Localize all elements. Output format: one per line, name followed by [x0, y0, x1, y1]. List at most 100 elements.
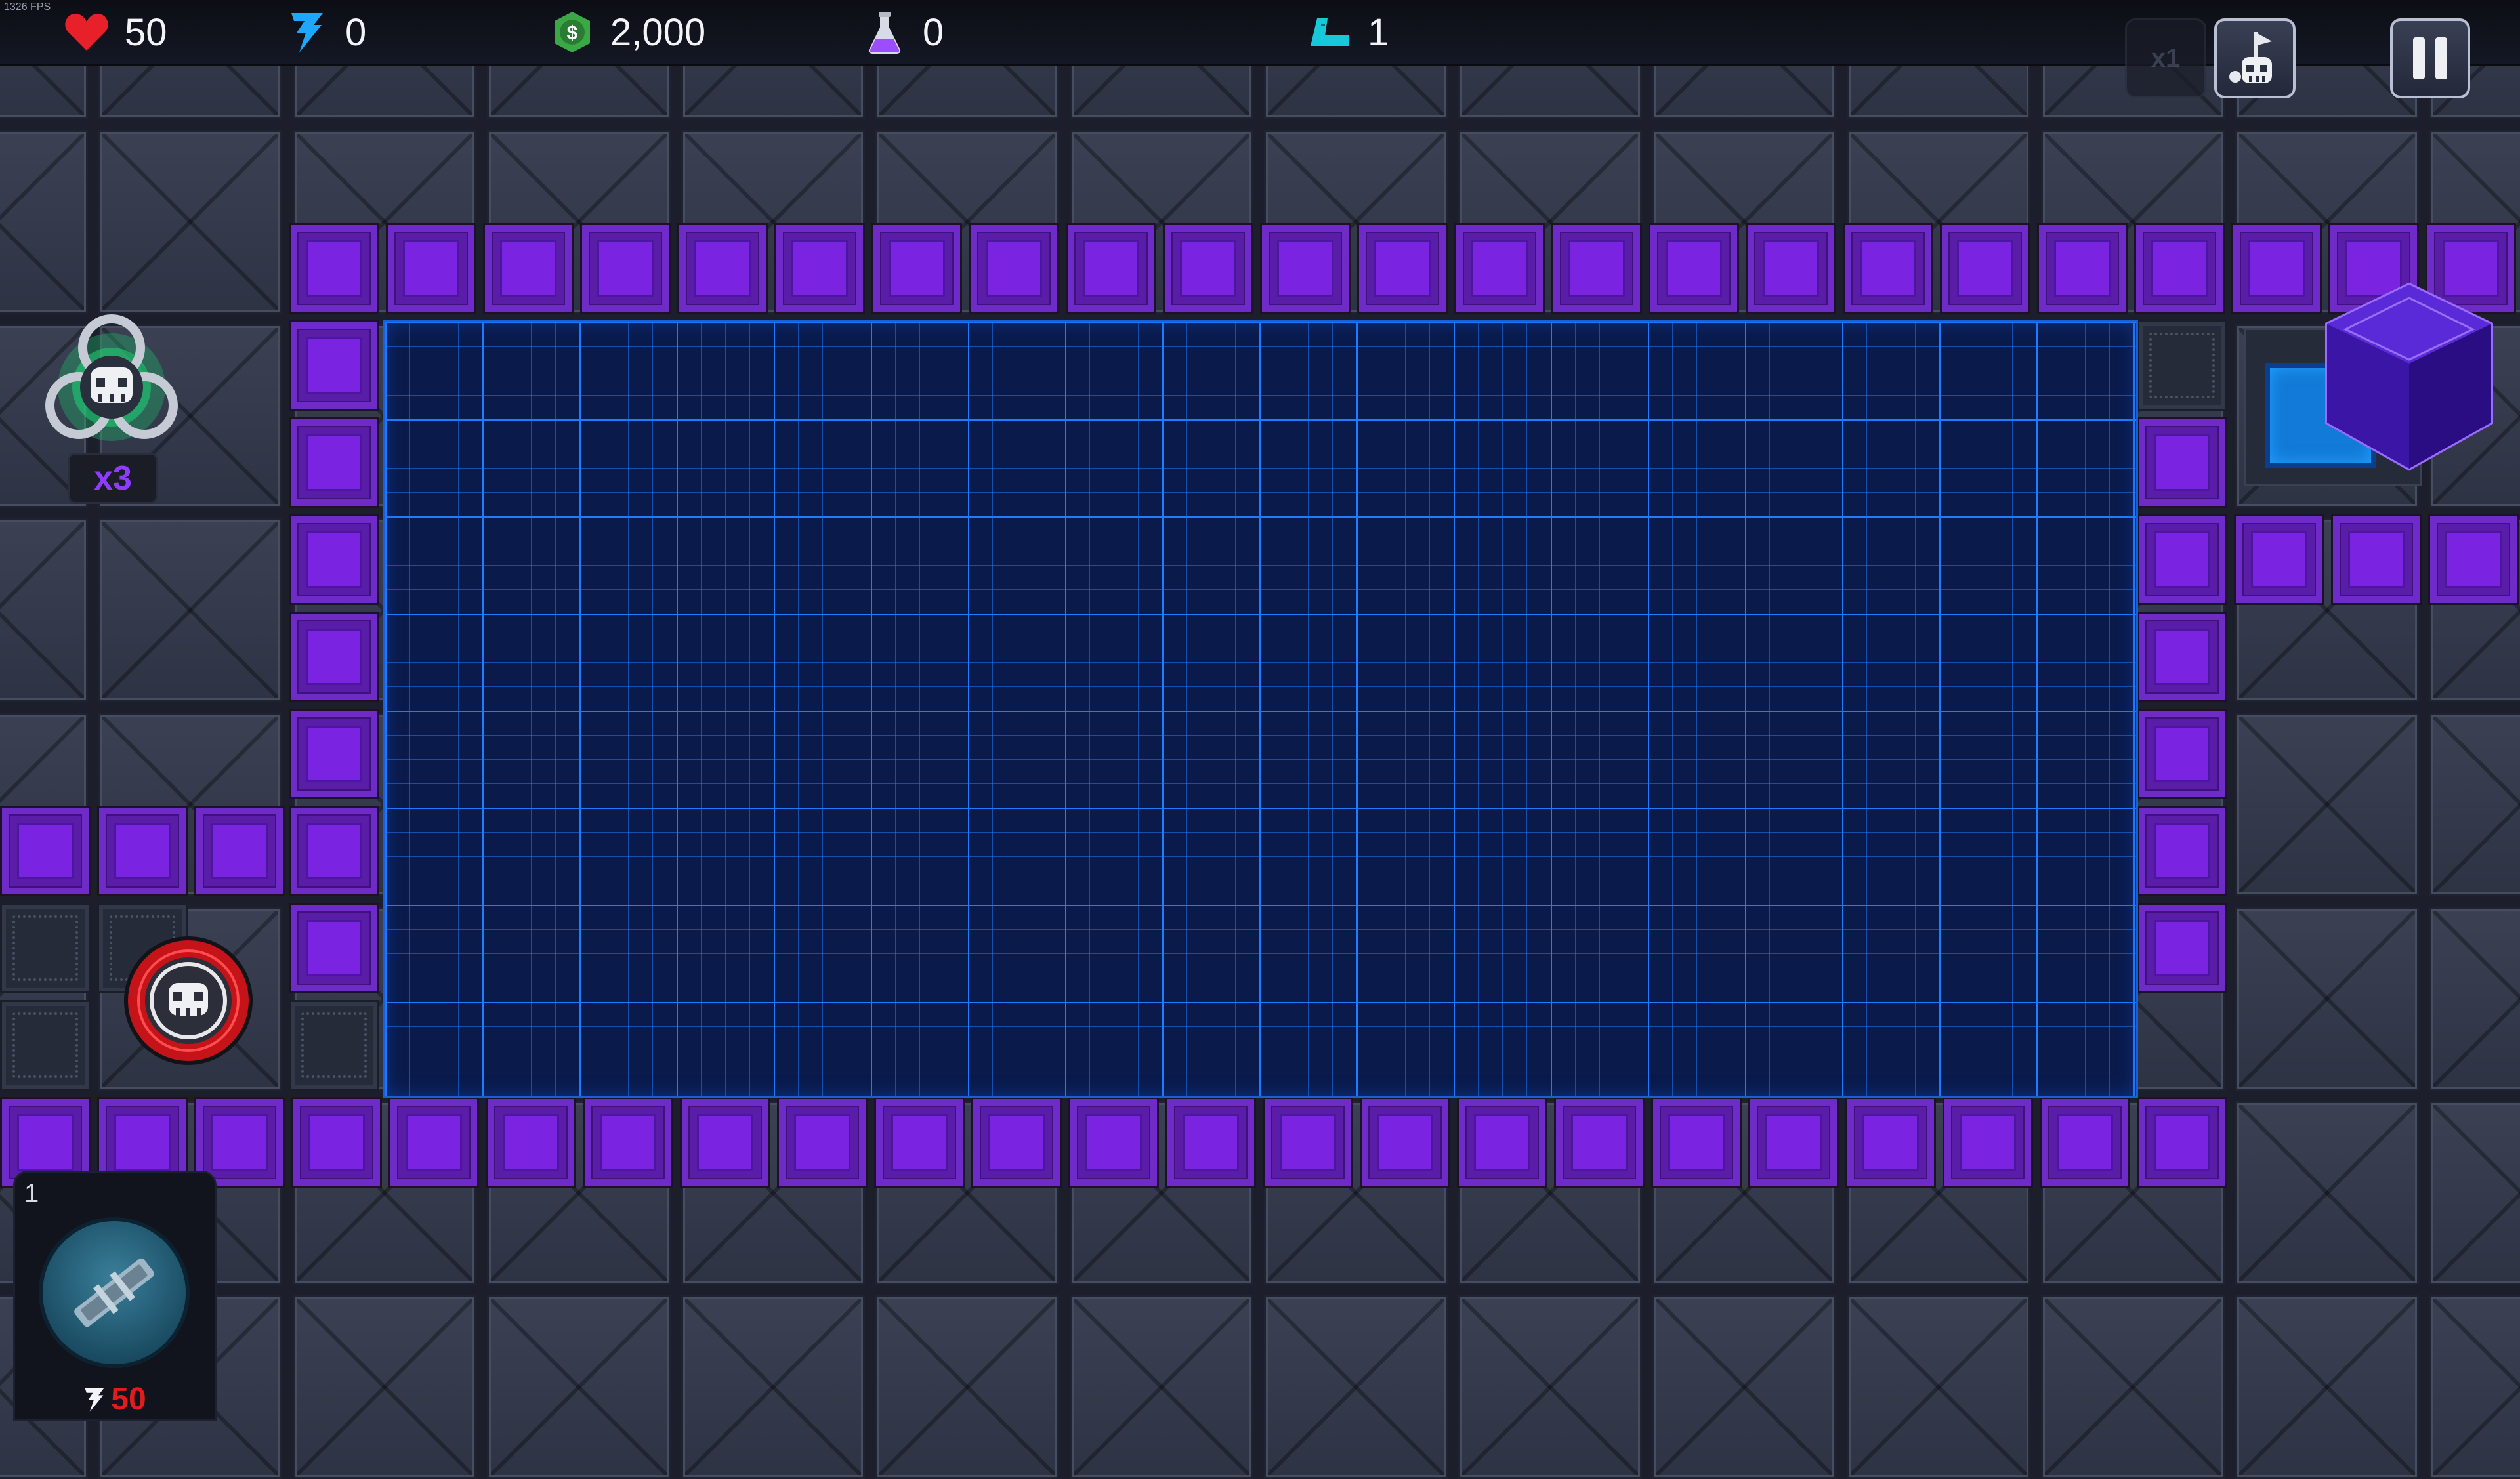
floor-tile — [1847, 1295, 2030, 1479]
level-value: 1 — [1368, 10, 1389, 54]
path-tile — [680, 1097, 770, 1188]
path-tile — [194, 806, 285, 896]
path-tile — [1551, 223, 1642, 314]
floor-tile — [2235, 713, 2419, 896]
path-tile — [1648, 223, 1739, 314]
path-tile — [1940, 223, 2030, 314]
floor-tile — [2235, 907, 2419, 1091]
path-tile — [2428, 514, 2519, 605]
path-tile — [289, 903, 379, 993]
spawn-multiplier-badge: x3 — [68, 453, 158, 504]
path-tile — [486, 1097, 576, 1188]
path-tile — [2137, 514, 2227, 605]
floor-tile — [0, 518, 88, 702]
path-tile — [2137, 1097, 2227, 1188]
floor-tile — [2235, 1101, 2419, 1285]
top-hud-bar: 1326 FPS 50 0 $ 2,000 0 1 x1 — [0, 0, 2520, 98]
lightning-icon — [291, 13, 323, 52]
path-tile — [874, 1097, 965, 1188]
path-tile — [2134, 223, 2225, 314]
path-tile — [388, 1097, 479, 1188]
lives-value: 50 — [125, 10, 167, 54]
tower-build-icon — [74, 1258, 154, 1327]
call-wave-button[interactable] — [2214, 18, 2296, 98]
path-tile — [1746, 223, 1836, 314]
energy-value: 0 — [345, 10, 367, 54]
path-tile — [2231, 223, 2322, 314]
dollar-coin-icon: $ — [555, 12, 590, 52]
floor-tile — [1264, 1295, 1448, 1479]
path-tile — [677, 223, 768, 314]
research-value: 0 — [923, 10, 944, 54]
crystal-cube-icon — [2325, 282, 2493, 471]
path-tile — [1357, 223, 1448, 314]
biohazard-skull-icon — [45, 314, 178, 441]
path-tile — [1454, 223, 1545, 314]
path-tile — [1263, 1097, 1353, 1188]
level-boot-icon — [1311, 18, 1349, 46]
path-tile — [580, 223, 671, 314]
path-tile — [2137, 903, 2227, 993]
heart-icon — [65, 13, 108, 51]
tower-slot-number: 1 — [24, 1179, 39, 1208]
path-tile — [2137, 612, 2227, 702]
path-tile — [872, 223, 962, 314]
build-grid[interactable] — [383, 320, 2138, 1098]
skull-wave-icon — [2229, 32, 2272, 83]
money-stat: $ 2,000 — [549, 0, 705, 64]
floor-tile — [681, 1295, 865, 1479]
build-slot[interactable] — [289, 1000, 379, 1091]
tower-cost-value: 50 — [111, 1382, 146, 1417]
floor-tile — [2429, 1295, 2520, 1479]
path-tile — [2331, 514, 2422, 605]
red-skull-target-icon — [124, 936, 253, 1065]
path-tile — [289, 514, 379, 605]
build-slot[interactable] — [0, 1000, 91, 1091]
level-stat: 1 — [1306, 0, 1389, 64]
floor-tile — [875, 1295, 1059, 1479]
floor-tile — [1652, 1295, 1836, 1479]
build-slot[interactable] — [2137, 320, 2227, 411]
path-tile — [971, 1097, 1062, 1188]
path-tile — [2137, 806, 2227, 896]
path-tile — [1843, 223, 1933, 314]
floor-tile — [487, 1295, 671, 1479]
path-tile — [289, 320, 379, 411]
path-tile — [969, 223, 1059, 314]
path-tile — [97, 806, 188, 896]
path-tile — [2040, 1097, 2130, 1188]
path-tile — [289, 417, 379, 508]
path-tile — [1260, 223, 1351, 314]
potion-flask-icon — [868, 12, 901, 54]
speed-button[interactable]: x1 — [2125, 18, 2206, 98]
path-tile — [291, 1097, 382, 1188]
path-tile — [289, 612, 379, 702]
floor-tile — [1070, 1295, 1253, 1479]
pause-button[interactable] — [2390, 18, 2470, 98]
build-slot[interactable] — [0, 903, 91, 993]
floor-tile — [0, 130, 88, 314]
floor-tile — [98, 518, 282, 702]
path-tile — [1748, 1097, 1839, 1188]
enemy-portal-marker — [121, 932, 256, 1070]
path-tile — [1651, 1097, 1742, 1188]
path-tile — [1163, 223, 1253, 314]
tower-build-button[interactable] — [39, 1217, 190, 1368]
path-tile — [2137, 417, 2227, 508]
floor-tile — [98, 130, 282, 314]
pause-icon — [2413, 37, 2447, 79]
path-tile — [1166, 1097, 1256, 1188]
floor-tile — [2429, 907, 2520, 1091]
core-crystal — [2320, 278, 2498, 475]
path-tile — [2037, 223, 2128, 314]
path-tile — [2234, 514, 2324, 605]
path-tile — [483, 223, 574, 314]
path-tile — [1845, 1097, 1936, 1188]
lives-stat: 50 — [63, 0, 167, 64]
enemy-spawn-point — [32, 302, 192, 459]
path-tile — [1942, 1097, 2033, 1188]
tower-selection-panel: 1 50 — [13, 1171, 217, 1421]
speed-label: x1 — [2151, 43, 2181, 73]
tower-cost: 50 — [15, 1381, 215, 1417]
lightning-icon — [85, 1387, 104, 1412]
